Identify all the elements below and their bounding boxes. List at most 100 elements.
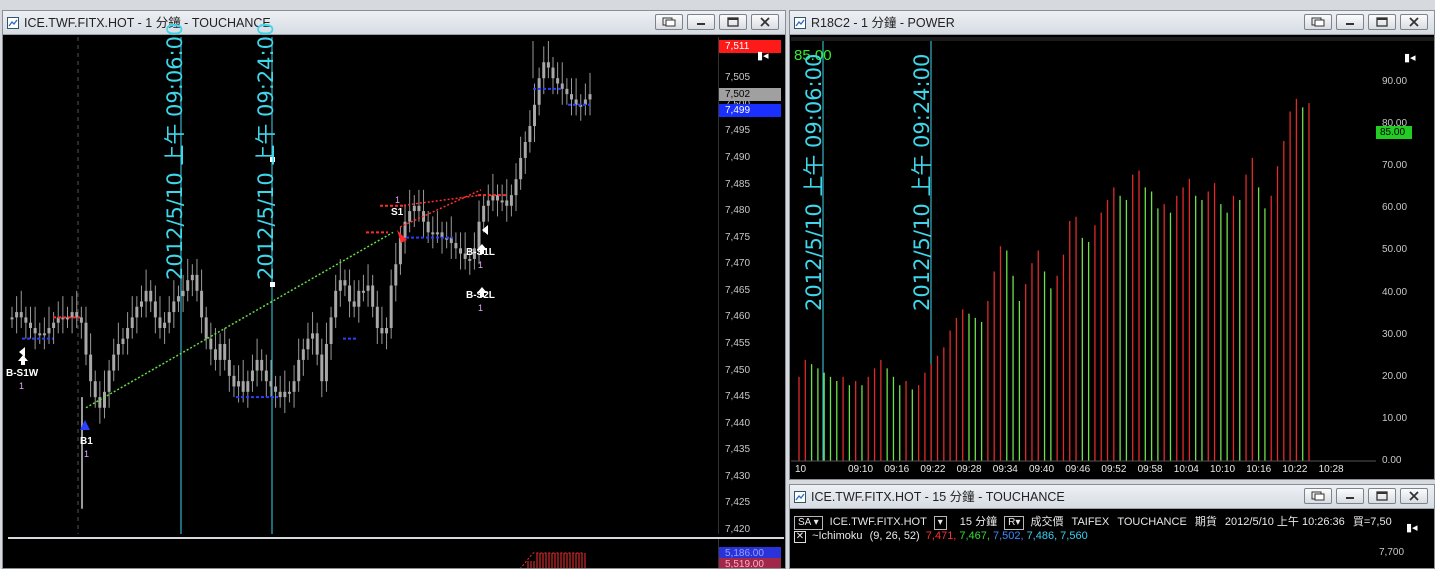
candle-body [223,343,227,360]
power-chart-canvas[interactable] [791,41,1376,479]
price-chart-canvas[interactable] [8,37,718,534]
right-chart-window[interactable]: R18C2 - 1 分鐘 - POWER 85.00 2012/5/10 上午 … [789,10,1435,480]
bottom-chart-window[interactable]: ICE.TWF.FITX.HOT - 15 分鐘 - TOUCHANCE SA … [789,484,1435,569]
left-title-bar[interactable]: ICE.TWF.FITX.HOT - 1 分鐘 - TOUCHANCE [3,11,785,35]
maximize-button[interactable] [1368,488,1396,504]
maximize-button[interactable] [1368,14,1396,30]
candle-body [84,322,88,355]
time-tick-label: 10 [795,464,807,475]
indicator-name: ~Ichimoku [812,530,863,542]
candle-body [255,359,259,371]
power-axis[interactable]: 90.00 80.00 70.00 60.00 50.00 40.00 30.00 20.00… [1376,41,1434,479]
trade-link-line [399,189,482,228]
candle-body [528,126,532,142]
candle-body [139,301,143,307]
candle-body [278,391,282,398]
price-tick-label: 7,460 [725,311,751,323]
candle-body [320,354,324,382]
candle-body [200,290,204,318]
candle-body [237,381,241,387]
power-pane[interactable]: 85.00 2012/5/10 上午 09:06:00 2012/5/10 上午… [791,37,1434,479]
price-tick-label: 7,465 [725,284,751,296]
power-tick-label: 20.00 [1382,370,1408,382]
close-button[interactable] [1400,14,1428,30]
candle-body [227,359,231,376]
price-tick-label: 7,490 [725,151,751,163]
candle-body [361,290,365,293]
left-chart-window[interactable]: ICE.TWF.FITX.HOT - 1 分鐘 - TOUCHANCE 7,50… [2,10,786,569]
buy-signal-arrow[interactable] [18,355,28,365]
candle-body [546,62,550,68]
maximize-icon [1376,17,1388,27]
candle-body [523,141,527,158]
axis-scroll-icon[interactable]: ▮◂ [1404,51,1416,64]
candle-body [334,290,338,318]
time-axis: 10 09:10 09:16 09:22 09:28 09:34 09:40 09:46 09:… [791,461,1376,479]
price-tick-label: 7,480 [725,205,751,217]
candle-body [153,301,157,318]
price-tick-label: 7,435 [725,444,751,456]
bottom-title-bar[interactable]: ICE.TWF.FITX.HOT - 15 分鐘 - TOUCHANCE [790,485,1434,509]
signal-b-s2l-qty: 1 [478,303,484,313]
signal-b-s1l: B-S1L [466,247,495,258]
candle-body [250,370,254,382]
power-time-marker-1: 2012/5/10 上午 09:06:00 [802,53,826,311]
candle-body [375,306,379,329]
left-indicator-pane[interactable]: 5,186.00 5,519.00 [8,537,785,568]
close-button[interactable] [751,14,779,30]
minimize-button[interactable] [687,14,715,30]
candle-body [116,343,120,355]
price-tick-label: 7,470 [725,258,751,270]
close-icon [1409,491,1419,501]
sa-label: SA [798,517,811,528]
candle-body [52,322,56,329]
candle-body [533,104,537,127]
restore-settings-button[interactable] [655,14,683,30]
candle-body [274,386,278,392]
candle-body [42,333,46,336]
left-price-pane[interactable]: 7,5057,5007,4957,4907,4857,4807,4757,470… [6,23,785,535]
time-tick-label: 09:34 [992,464,1018,475]
candle-body [186,280,190,291]
bottom-window-title: ICE.TWF.FITX.HOT - 15 分鐘 - TOUCHANCE [811,490,1065,504]
price-axis[interactable]: 7,5057,5007,4957,4907,4857,4807,4757,470… [718,37,785,535]
time-tick-label: 10:04 [1173,464,1199,475]
candle-body [144,290,148,302]
indicator-toggle-checkbox[interactable]: ✕ [794,531,806,543]
right-title-bar[interactable]: R18C2 - 1 分鐘 - POWER [790,11,1434,35]
symbol-dropdown[interactable]: ▾ [933,516,947,530]
close-button[interactable] [1400,488,1428,504]
candle-body [482,205,486,222]
candle-body [519,157,523,180]
time-tick-label: 09:10 [848,464,874,475]
sa-dropdown[interactable]: SA ▾ [794,516,823,530]
signal-b-s1l-qty: 1 [478,260,484,270]
candle-body [269,381,273,387]
time-tick-label: 09:58 [1137,464,1163,475]
time-tick-label: 09:16 [884,464,910,475]
time-marker-label-2: 2012/5/10 上午 09:24:00 [254,22,278,280]
minimize-button[interactable] [1336,14,1364,30]
candle-body [176,296,180,302]
restore-settings-button[interactable] [1304,488,1332,504]
signal-b1-qty: 1 [84,449,90,459]
candle-body [38,333,42,336]
close-icon [760,17,770,27]
marker-handle[interactable] [270,282,275,287]
candle-body [301,349,305,360]
candle-body [47,328,51,334]
minimize-button[interactable] [1336,488,1364,504]
product-type-label: 期貨 [1194,516,1217,528]
candle-body [514,179,518,196]
restore-settings-button[interactable] [1304,14,1332,30]
exchange-label: TAIFEX [1071,516,1110,528]
axis-scroll-icon[interactable]: ▮◂ [757,49,769,62]
power-tick-label: 90.00 [1382,76,1408,88]
power-tick-label: 70.00 [1382,160,1408,172]
indicator-value: 7,502, [992,530,1024,542]
bottom-axis-scroll-icon[interactable]: ▮◂ [1406,521,1418,534]
indicator-canvas [520,552,586,568]
field-dropdown[interactable]: R▾ [1004,516,1025,530]
candle-body [338,280,342,291]
maximize-button[interactable] [719,14,747,30]
